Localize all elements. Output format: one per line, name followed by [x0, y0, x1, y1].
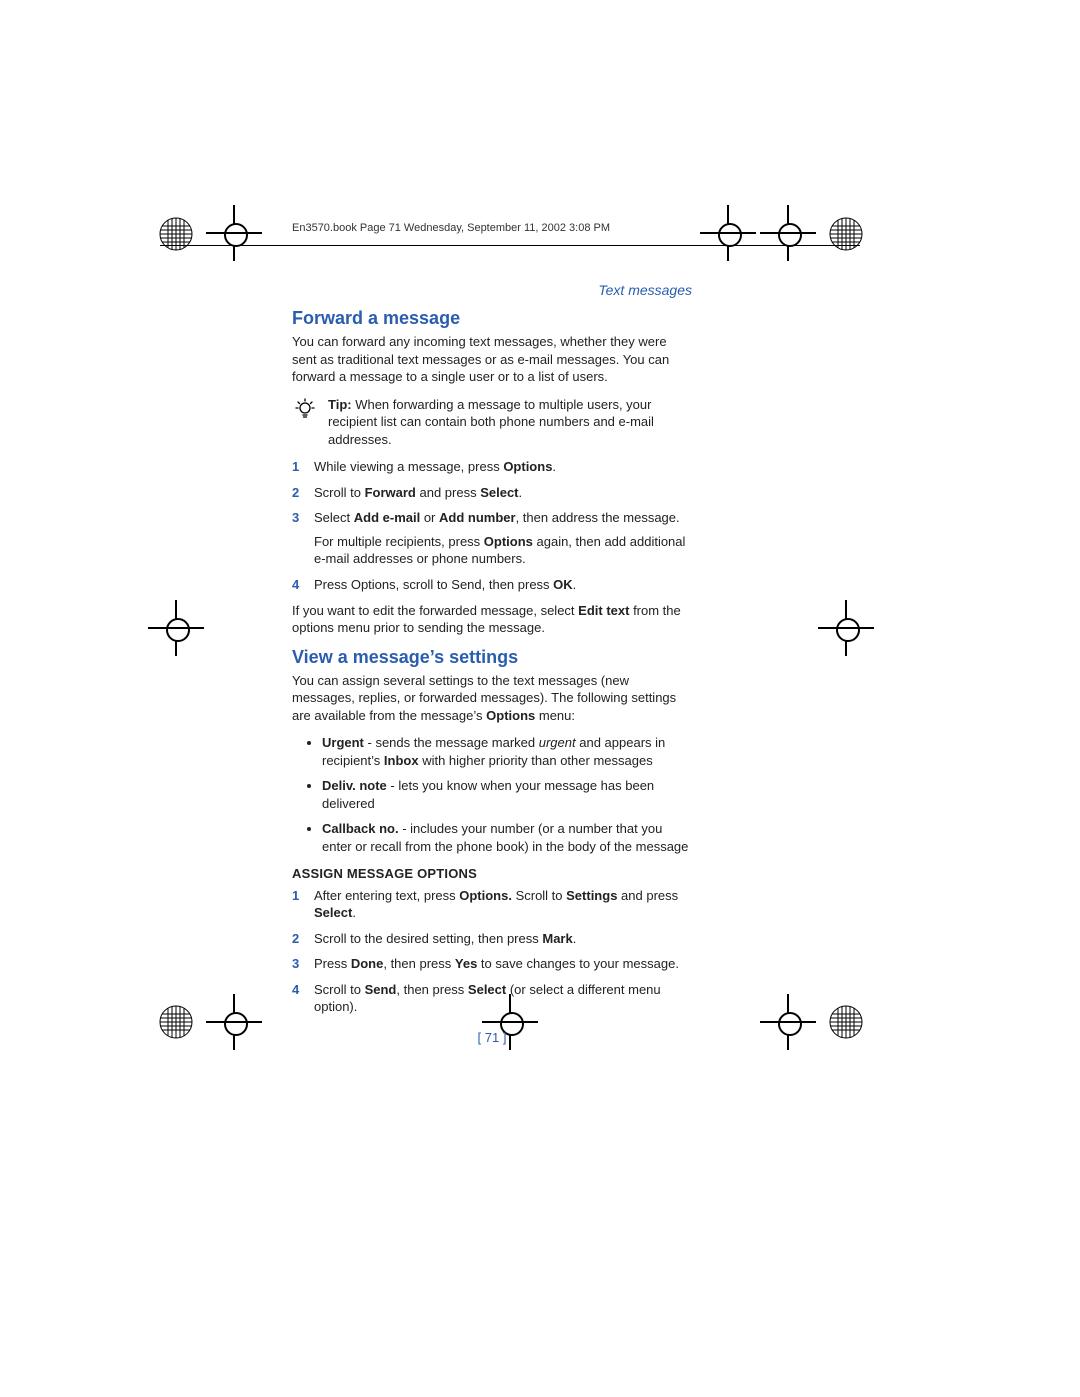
forward-steps: While viewing a message, press Options. S… [292, 458, 692, 593]
list-item: After entering text, press Options. Scro… [292, 887, 692, 922]
register-mark-bottom-left [206, 994, 262, 1050]
corner-ornament-bottom-left [158, 1004, 194, 1040]
heading-forward: Forward a message [292, 308, 692, 329]
forward-outro: If you want to edit the forwarded messag… [292, 602, 692, 637]
list-item: Press Done, then press Yes to save chang… [292, 955, 692, 973]
list-item: Scroll to Send, then press Select (or se… [292, 981, 692, 1016]
register-mark-top-right [760, 205, 816, 261]
view-intro: You can assign several settings to the t… [292, 672, 692, 725]
forward-intro: You can forward any incoming text messag… [292, 333, 692, 386]
book-header-line: En3570.book Page 71 Wednesday, September… [292, 222, 692, 234]
view-bullets: Urgent - sends the message marked urgent… [292, 734, 692, 855]
list-item: Deliv. note - lets you know when your me… [322, 777, 692, 812]
assign-options-subhead: ASSIGN MESSAGE OPTIONS [292, 866, 692, 881]
list-item: Select Add e-mail or Add number, then ad… [292, 509, 692, 568]
page-number: [ 71 ] [292, 1030, 692, 1045]
list-item: Scroll to the desired setting, then pres… [292, 930, 692, 948]
corner-ornament-top-left [158, 216, 194, 252]
page-content: En3570.book Page 71 Wednesday, September… [292, 222, 692, 1045]
list-item: Urgent - sends the message marked urgent… [322, 734, 692, 769]
assign-steps: After entering text, press Options. Scro… [292, 887, 692, 1016]
list-item: Scroll to Forward and press Select. [292, 484, 692, 502]
list-item: Press Options, scroll to Send, then pres… [292, 576, 692, 594]
list-item: While viewing a message, press Options. [292, 458, 692, 476]
tip-block: Tip: When forwarding a message to multip… [292, 396, 692, 449]
register-mark-top-left [206, 205, 262, 261]
heading-view-settings: View a message’s settings [292, 647, 692, 668]
lightbulb-icon [292, 396, 318, 426]
register-mark-left [148, 600, 204, 656]
list-item: Callback no. - includes your number (or … [322, 820, 692, 855]
corner-ornament-top-right [828, 216, 864, 252]
register-mark-bottom-right [760, 994, 816, 1050]
tip-text: Tip: When forwarding a message to multip… [328, 396, 692, 449]
corner-ornament-bottom-right [828, 1004, 864, 1040]
register-mark-right [818, 600, 874, 656]
register-mark-top-mid [700, 205, 756, 261]
section-label: Text messages [292, 282, 692, 298]
